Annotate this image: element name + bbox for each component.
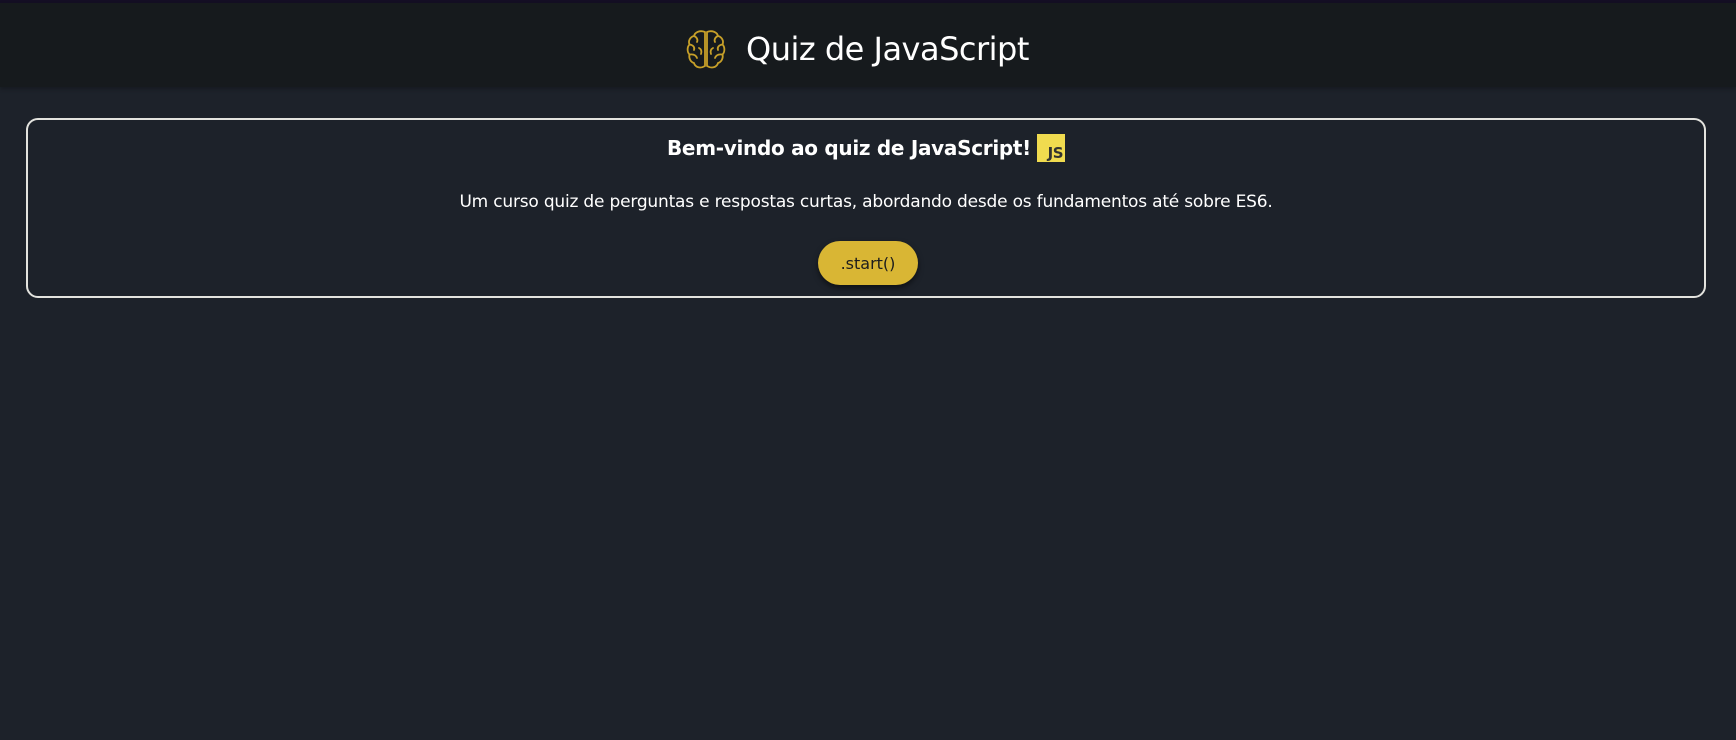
welcome-heading: Bem-vindo ao quiz de JavaScript! JS [28,134,1704,162]
welcome-card: Bem-vindo ao quiz de JavaScript! JS Um c… [26,118,1706,298]
js-logo-icon: JS [1037,134,1065,162]
quiz-description: Um curso quiz de perguntas e respostas c… [459,192,1273,212]
header-brand: Quiz de JavaScript [686,24,1029,74]
start-button[interactable]: .start() [818,241,918,285]
app-header: Quiz de JavaScript [0,3,1736,87]
brain-icon [686,30,726,69]
welcome-text: Bem-vindo ao quiz de JavaScript! [666,136,1031,160]
page-title: Quiz de JavaScript [746,30,1029,68]
js-badge-label: JS [1047,144,1064,162]
